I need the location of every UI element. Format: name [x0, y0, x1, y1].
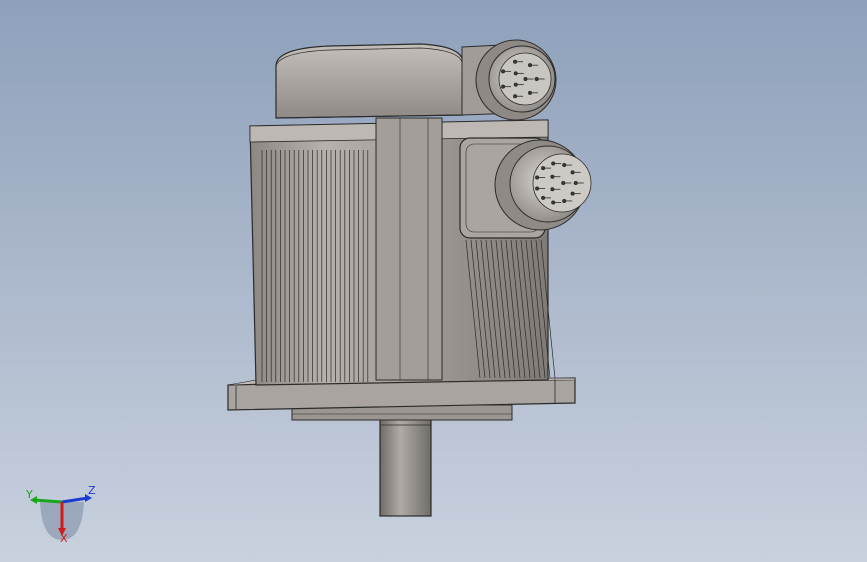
y-axis-label: Y — [26, 488, 33, 501]
connector-pin-tip — [551, 161, 556, 166]
connector-pin-tip — [528, 63, 533, 68]
motor-shaft[interactable] — [379, 417, 432, 517]
x-axis-label: X — [60, 532, 68, 545]
z-axis-label: Z — [88, 484, 96, 497]
servo-motor-model[interactable] — [0, 0, 867, 562]
connector-pin-tip — [528, 90, 533, 95]
connector-pin-tip — [513, 94, 518, 99]
connector-pin-tip — [570, 191, 575, 196]
connector-pin-tip — [541, 195, 546, 200]
connector-pin-tip — [501, 84, 506, 89]
connector-pin-tip — [501, 69, 506, 74]
connector-pin-tip — [523, 77, 528, 82]
connector-pin-tip — [513, 71, 518, 76]
top-connector[interactable] — [461, 39, 557, 121]
connector-pin-tip — [513, 82, 518, 87]
graphics-viewport[interactable]: Y Z X — [0, 0, 867, 562]
connector-pin-tip — [562, 163, 567, 168]
connector-pin-tip — [562, 198, 567, 203]
connector-pin-tip — [541, 166, 546, 171]
orientation-triad[interactable]: Y Z X — [22, 480, 102, 550]
connector-pin-tip — [550, 187, 555, 192]
connector-pin-tip — [535, 186, 540, 191]
connector-pin-tip — [570, 170, 575, 175]
connector-pin-tip — [550, 174, 555, 179]
connector-pin-tip — [535, 175, 540, 180]
connector-pin-tip — [561, 180, 566, 185]
connector-pin-tip — [573, 180, 578, 185]
front-connector[interactable] — [459, 137, 592, 239]
connector-pin-tip — [551, 200, 556, 205]
connector-pin-tip — [513, 59, 518, 64]
encoder-cap[interactable] — [275, 43, 464, 119]
connector-pin-tip — [534, 77, 539, 82]
